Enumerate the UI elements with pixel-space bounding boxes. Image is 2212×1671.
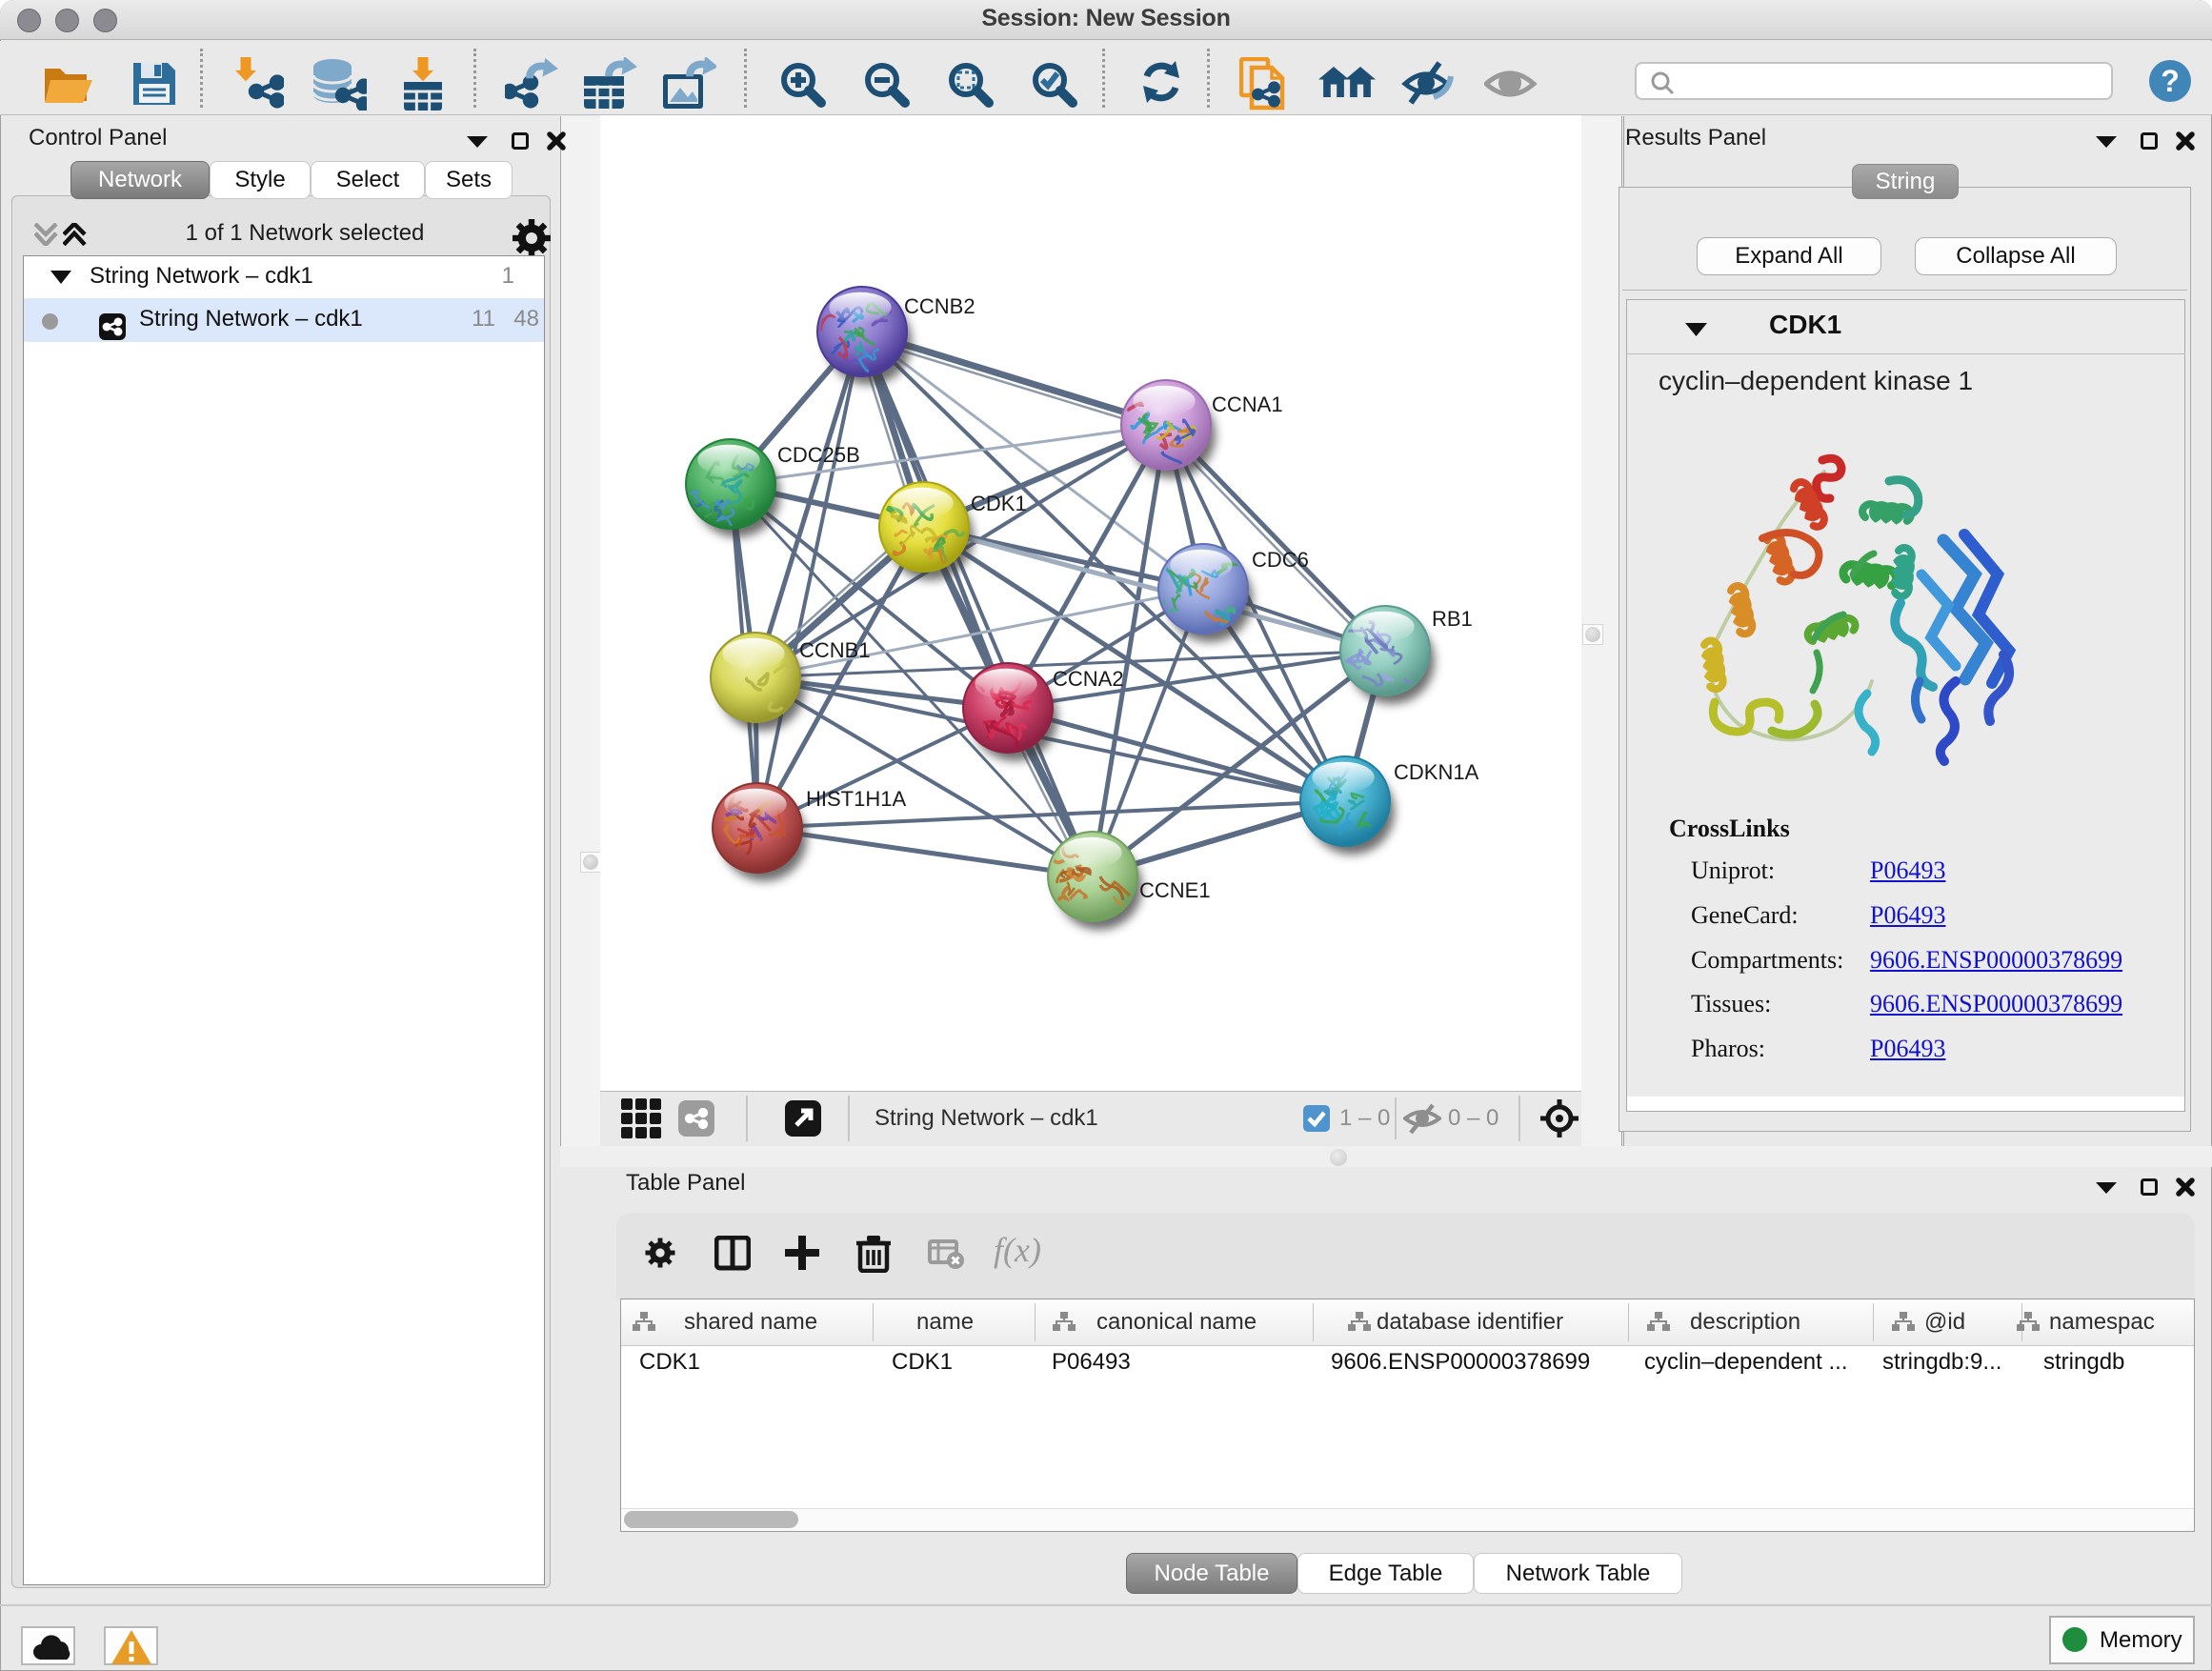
svg-text:CDKN1A: CDKN1A xyxy=(1394,760,1479,784)
svg-text:CCNA2: CCNA2 xyxy=(1053,667,1124,691)
svg-text:CCNE1: CCNE1 xyxy=(1139,878,1211,902)
svg-text:CDC6: CDC6 xyxy=(1252,548,1309,572)
svg-text:HIST1H1A: HIST1H1A xyxy=(806,787,906,811)
svg-text:CDC25B: CDC25B xyxy=(777,443,860,467)
svg-text:CDK1: CDK1 xyxy=(971,492,1027,515)
svg-text:CCNB1: CCNB1 xyxy=(799,638,871,662)
svg-text:RB1: RB1 xyxy=(1432,607,1473,631)
svg-text:CCNA1: CCNA1 xyxy=(1212,393,1283,416)
svg-text:CCNB2: CCNB2 xyxy=(904,294,975,318)
